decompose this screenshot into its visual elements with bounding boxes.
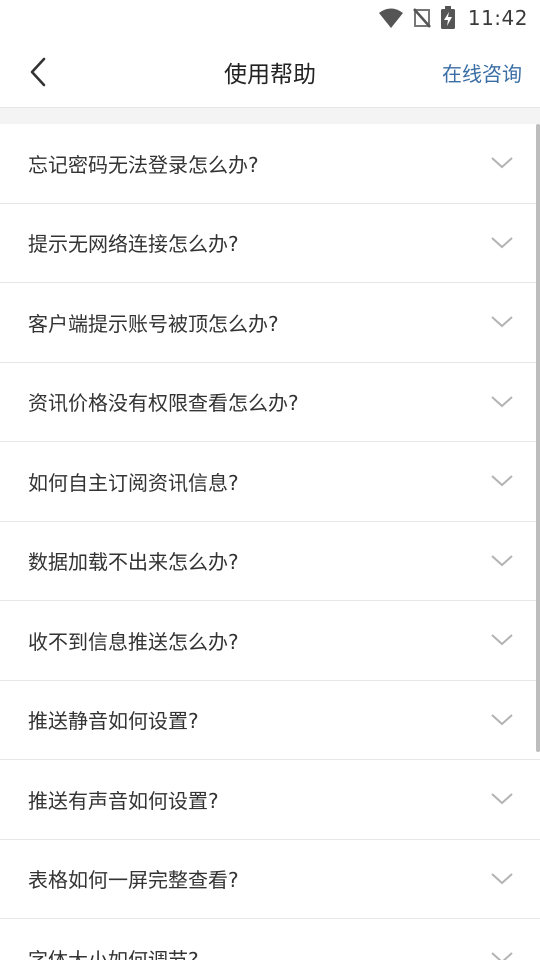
chevron-down-icon	[490, 474, 514, 488]
faq-item[interactable]: 收不到信息推送怎么办?	[0, 601, 540, 681]
faq-item[interactable]: 客户端提示账号被顶怎么办?	[0, 283, 540, 363]
chevron-down-icon	[490, 236, 514, 250]
chevron-down-icon	[490, 554, 514, 568]
page-title: 使用帮助	[224, 61, 316, 88]
faq-question: 忘记密码无法登录怎么办?	[28, 152, 259, 177]
status-bar: 11:42	[0, 0, 540, 36]
section-spacer	[0, 108, 540, 124]
faq-question: 如何自主订阅资讯信息?	[28, 470, 239, 495]
chevron-down-icon	[490, 872, 514, 886]
faq-question: 数据加载不出来怎么办?	[28, 550, 239, 575]
faq-question: 资讯价格没有权限查看怎么办?	[28, 391, 299, 416]
chevron-down-icon	[490, 156, 514, 170]
faq-question: 字体大小如何调节?	[28, 947, 199, 960]
faq-item[interactable]: 字体大小如何调节?	[0, 919, 540, 960]
header: 使用帮助 在线咨询	[0, 36, 540, 108]
faq-question: 推送有声音如何设置?	[28, 788, 219, 813]
help-screen: 11:42 使用帮助 在线咨询 忘记密码无法登录怎么办? 提示无网络连接怎么办?…	[0, 0, 540, 960]
faq-item[interactable]: 提示无网络连接怎么办?	[0, 203, 540, 283]
faq-list: 忘记密码无法登录怎么办? 提示无网络连接怎么办? 客户端提示账号被顶怎么办? 资…	[0, 124, 540, 960]
faq-question: 提示无网络连接怎么办?	[28, 232, 239, 257]
back-button[interactable]	[18, 54, 58, 94]
faq-question: 收不到信息推送怎么办?	[28, 629, 239, 654]
faq-question: 表格如何一屏完整查看?	[28, 868, 239, 893]
chevron-down-icon	[490, 713, 514, 727]
faq-item[interactable]: 数据加载不出来怎么办?	[0, 521, 540, 601]
faq-item[interactable]: 推送有声音如何设置?	[0, 760, 540, 840]
faq-item[interactable]: 资讯价格没有权限查看怎么办?	[0, 362, 540, 442]
chevron-down-icon	[490, 951, 514, 960]
chevron-down-icon	[490, 395, 514, 409]
chevron-down-icon	[490, 315, 514, 329]
chevron-down-icon	[490, 633, 514, 647]
chevron-down-icon	[490, 792, 514, 806]
online-consult-link[interactable]: 在线咨询	[442, 36, 522, 108]
no-signal-icon	[412, 7, 432, 29]
faq-item[interactable]: 表格如何一屏完整查看?	[0, 839, 540, 919]
chevron-left-icon	[28, 57, 48, 91]
faq-item[interactable]: 推送静音如何设置?	[0, 680, 540, 760]
status-time: 11:42	[467, 6, 528, 30]
faq-question: 推送静音如何设置?	[28, 709, 199, 734]
scrollbar[interactable]	[536, 124, 540, 752]
faq-item[interactable]: 如何自主订阅资讯信息?	[0, 442, 540, 522]
wifi-icon	[378, 7, 404, 29]
faq-question: 客户端提示账号被顶怎么办?	[28, 311, 279, 336]
battery-charging-icon	[440, 6, 456, 30]
faq-item[interactable]: 忘记密码无法登录怎么办?	[0, 124, 540, 204]
